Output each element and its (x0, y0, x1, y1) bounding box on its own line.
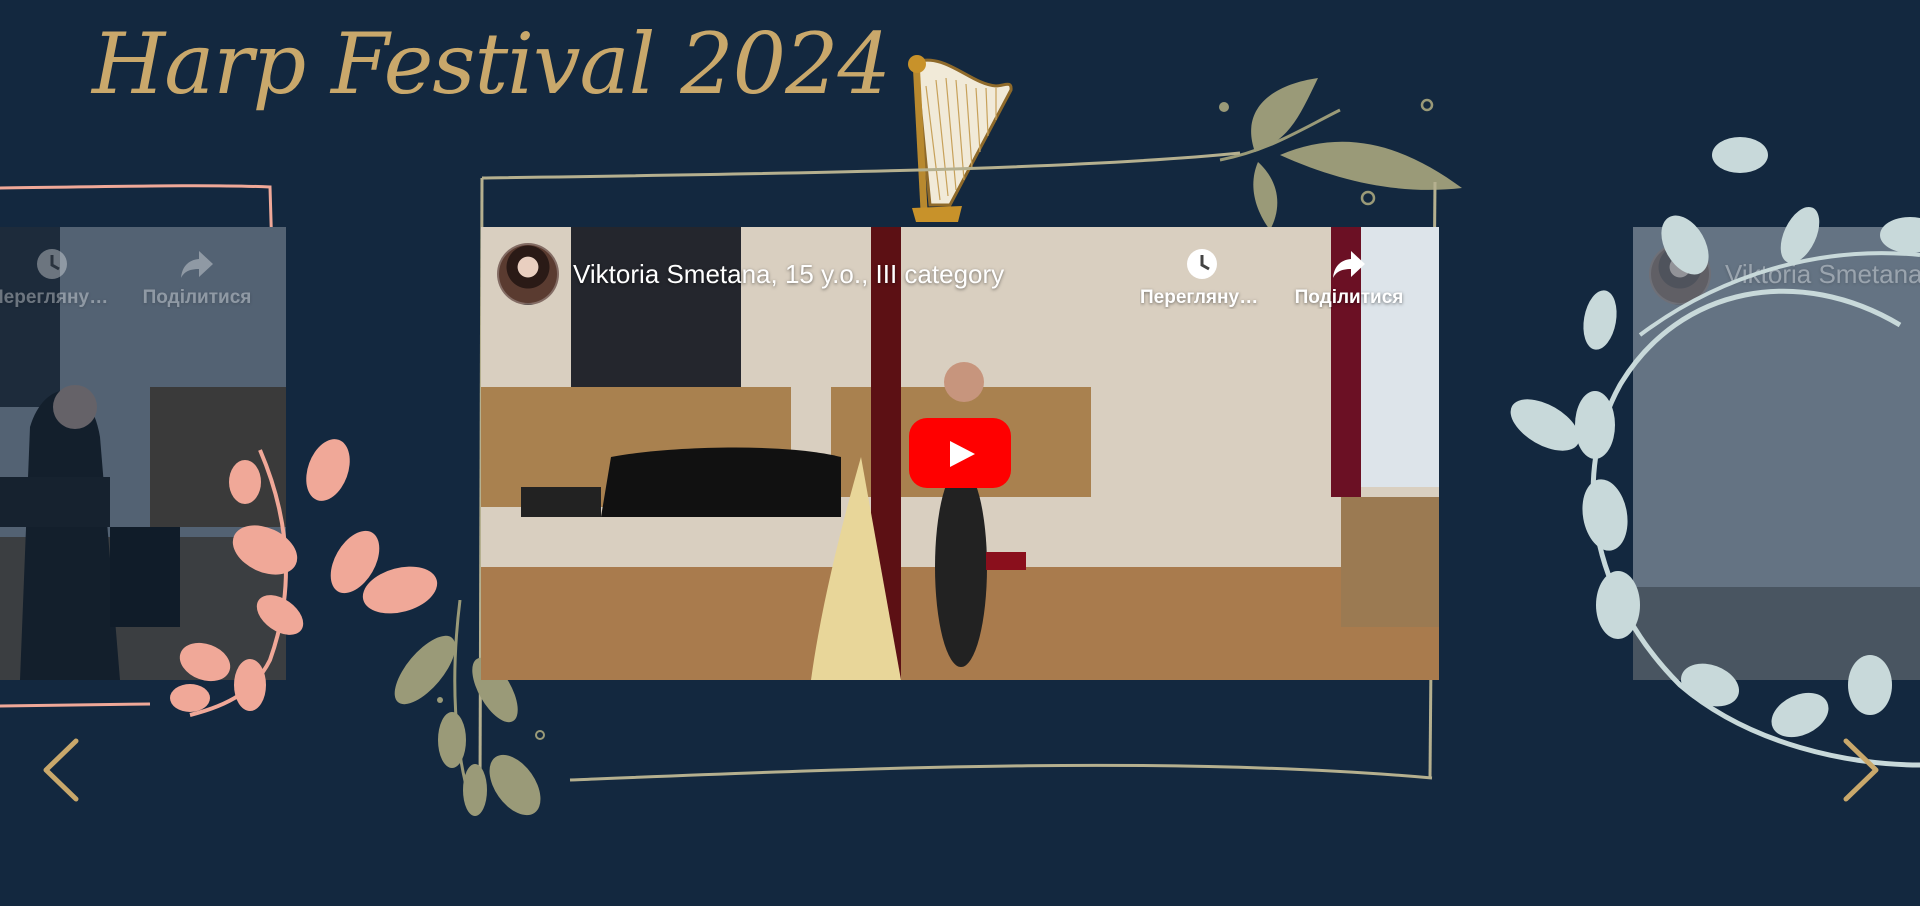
share-control[interactable]: Поділитися (1287, 247, 1411, 309)
share-label: Поділитися (1294, 287, 1404, 308)
carousel-slide-current[interactable]: Viktoria Smetana, 15 y.o., III category … (481, 227, 1439, 680)
video-title[interactable]: Viktoria Smetana, 15 y.o., III category (573, 259, 1004, 290)
share-arrow-icon (181, 251, 213, 278)
share-control[interactable]: Поділитися (135, 247, 259, 309)
youtube-play-button[interactable] (909, 418, 1011, 488)
watch-later-label: Переглянути пізніше (0, 287, 114, 308)
channel-avatar[interactable] (497, 243, 559, 305)
clock-icon (37, 249, 67, 279)
watch-later-label: Переглянути пізніше (1140, 287, 1264, 308)
share-label: Поділитися (142, 287, 252, 308)
clock-icon (1187, 249, 1217, 279)
carousel-next-arrow[interactable] (1836, 735, 1884, 805)
watch-later-control[interactable]: Переглянути пізніше (0, 247, 114, 309)
pale-vine-wreath (1510, 137, 1920, 768)
page-title: Harp Festival 2024 (92, 15, 891, 113)
watch-later-control[interactable]: Переглянути пізніше (1140, 247, 1264, 309)
share-arrow-icon (1333, 251, 1365, 278)
play-icon (950, 441, 975, 467)
carousel-prev-arrow[interactable] (38, 735, 86, 805)
